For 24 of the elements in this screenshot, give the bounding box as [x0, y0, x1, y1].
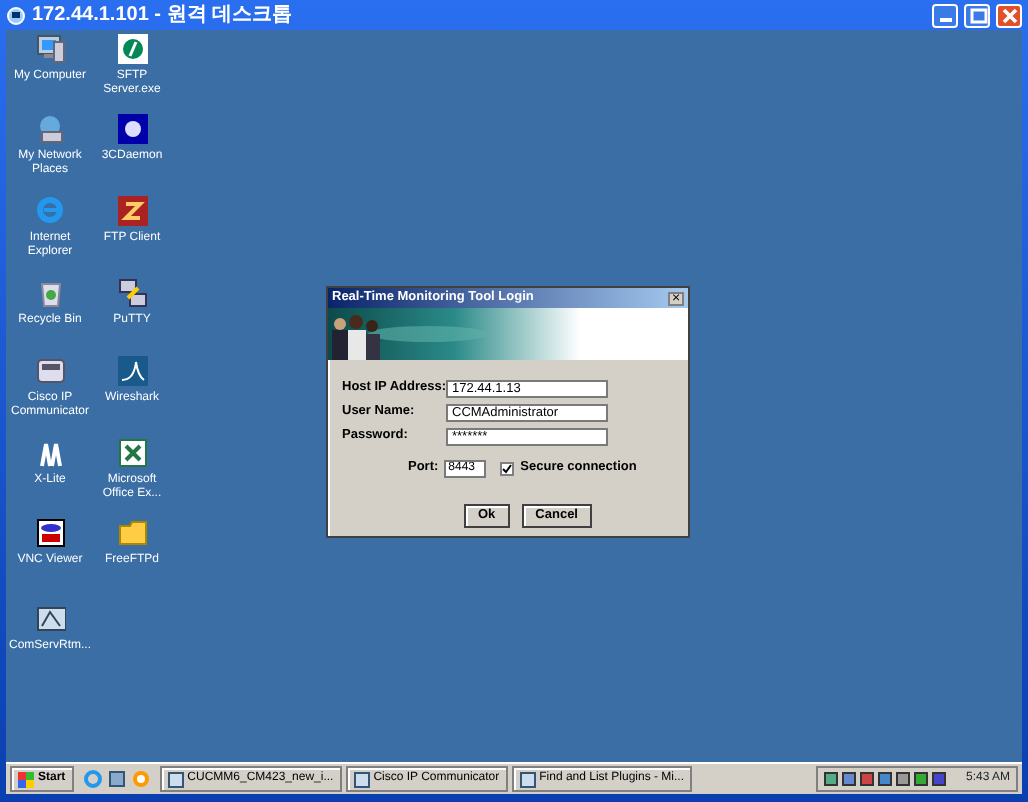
window-icon — [519, 771, 536, 787]
minimize-icon — [939, 17, 951, 21]
ftp-icon[interactable] — [117, 196, 147, 226]
maximize-icon — [967, 5, 987, 25]
remote-desktop-icon — [6, 5, 26, 25]
folder-icon[interactable] — [117, 518, 147, 548]
phone-icon[interactable] — [35, 356, 65, 386]
recycle-bin-icon[interactable] — [35, 278, 65, 308]
minimize-button[interactable] — [932, 3, 958, 27]
window-title: 172.44.1.101 - 원격 데스크톱 — [32, 2, 293, 30]
vnc-icon[interactable] — [35, 518, 65, 548]
network-computer-icon[interactable] — [35, 114, 65, 144]
windows-logo-icon — [18, 771, 34, 787]
maximize-button[interactable] — [964, 3, 990, 27]
computer-icon[interactable] — [35, 34, 65, 64]
window-icon — [167, 771, 184, 787]
spreadsheet-icon[interactable] — [117, 438, 147, 468]
close-button[interactable] — [996, 3, 1022, 27]
sftp-icon[interactable] — [117, 34, 147, 64]
window-icon — [353, 771, 370, 787]
checkbox[interactable] — [500, 461, 515, 475]
server-icon[interactable] — [35, 604, 65, 634]
close-icon — [999, 5, 1019, 25]
desktop-icon[interactable] — [107, 770, 126, 788]
